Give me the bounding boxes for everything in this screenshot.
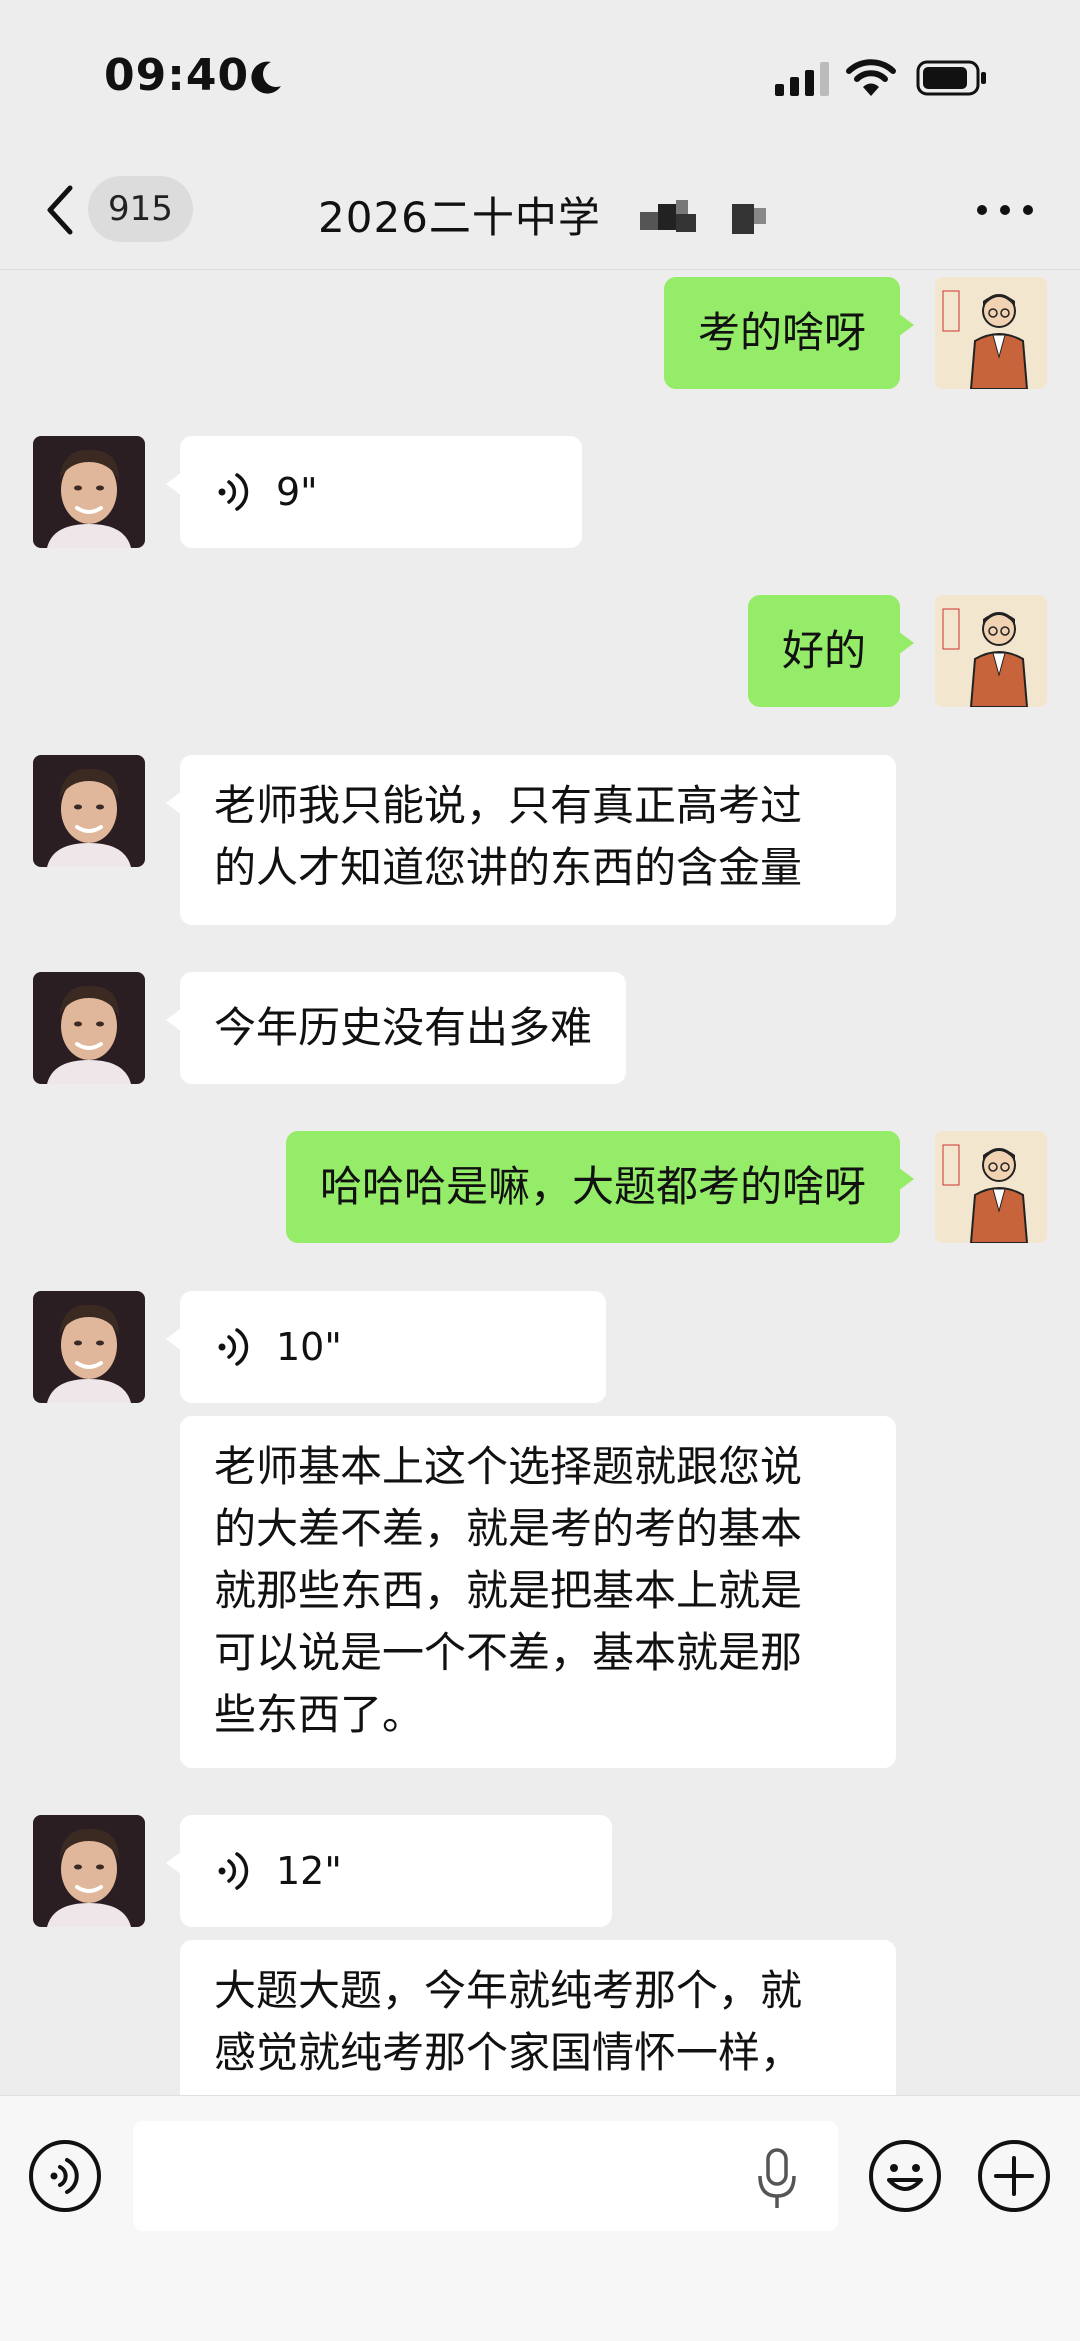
emoji-icon[interactable] bbox=[867, 2138, 943, 2214]
message-text: 哈哈哈是嘛，大题都考的啥呀 bbox=[319, 1162, 866, 1211]
chat-header: 915 2026二十中学 bbox=[0, 150, 1080, 270]
more-options-icon[interactable] bbox=[970, 180, 1040, 240]
incoming-message-bubble[interactable]: 老师基本上这个选择题就跟您说 的大差不差，就是考的考的基本 就那些东西，就是把基… bbox=[180, 1416, 896, 1768]
message-text: 考的啥呀 bbox=[697, 308, 866, 357]
incoming-message-bubble[interactable]: 老师我只能说，只有真正高考过 的人才知道您讲的东西的含金量 bbox=[166, 755, 896, 925]
voice-message-bubble[interactable]: 10" bbox=[166, 1291, 606, 1403]
message-line: 的人才知道您讲的东西的含金量 bbox=[214, 843, 803, 892]
message-line: 老师我只能说，只有真正高考过 bbox=[214, 781, 803, 830]
teacher-avatar[interactable] bbox=[935, 595, 1047, 707]
voice-duration: 10" bbox=[276, 1325, 342, 1369]
incoming-message-bubble[interactable]: 今年历史没有出多难 bbox=[165, 972, 627, 1084]
student-avatar[interactable] bbox=[33, 1815, 145, 1927]
outgoing-message-bubble[interactable]: 考的啥呀 bbox=[663, 277, 915, 389]
message-line: 老师基本上这个选择题就跟您说 bbox=[214, 1442, 803, 1491]
message-text: 今年历史没有出多难 bbox=[214, 1003, 593, 1052]
microphone-icon[interactable] bbox=[752, 2146, 802, 2212]
voice-wave-icon bbox=[214, 1850, 256, 1892]
voice-duration: 9" bbox=[276, 470, 318, 514]
plus-icon[interactable] bbox=[976, 2138, 1052, 2214]
wifi-icon bbox=[846, 59, 896, 96]
voice-duration: 12" bbox=[276, 1849, 342, 1893]
unread-count-badge[interactable]: 915 bbox=[88, 176, 193, 242]
student-avatar[interactable] bbox=[33, 1291, 145, 1403]
chat-screen: 09:40 915 2026二十中学 考的啥呀 9" 好的 老师我只能说，只有真… bbox=[0, 0, 1080, 2341]
student-avatar[interactable] bbox=[33, 436, 145, 548]
moon-icon bbox=[251, 61, 281, 94]
mosaic-censor bbox=[640, 200, 766, 234]
voice-wave-icon bbox=[214, 471, 256, 513]
message-input[interactable] bbox=[133, 2121, 838, 2231]
input-bar bbox=[0, 2095, 1080, 2341]
message-line: 的大差不差，就是考的考的基本 bbox=[214, 1504, 803, 1553]
teacher-avatar[interactable] bbox=[935, 277, 1047, 389]
voice-message-bubble[interactable]: 9" bbox=[166, 436, 582, 548]
chat-title: 2026二十中学 bbox=[318, 193, 601, 242]
message-line: 大题大题，今年就纯考那个，就 bbox=[214, 1966, 803, 2015]
outgoing-message-bubble[interactable]: 好的 bbox=[747, 595, 915, 707]
student-avatar[interactable] bbox=[33, 755, 145, 867]
student-avatar[interactable] bbox=[33, 972, 145, 1084]
outgoing-message-bubble[interactable]: 哈哈哈是嘛，大题都考的啥呀 bbox=[285, 1131, 915, 1243]
signal-icon bbox=[775, 62, 829, 96]
message-line: 可以说是一个不差，基本就是那 bbox=[214, 1628, 803, 1677]
status-time: 09:40 bbox=[104, 50, 250, 101]
voice-input-toggle-icon[interactable] bbox=[27, 2138, 103, 2214]
battery-icon bbox=[916, 60, 986, 96]
status-bar: 09:40 bbox=[0, 0, 1080, 150]
message-line: 些东西了。 bbox=[214, 1690, 425, 1739]
back-arrow-icon[interactable] bbox=[40, 180, 80, 240]
message-text: 好的 bbox=[781, 626, 866, 675]
voice-message-bubble[interactable]: 12" bbox=[166, 1815, 612, 1927]
teacher-avatar[interactable] bbox=[935, 1131, 1047, 1243]
voice-wave-icon bbox=[214, 1326, 256, 1368]
message-line: 感觉就纯考那个家国情怀一样， bbox=[214, 2028, 803, 2077]
message-line: 就那些东西，就是把基本上就是 bbox=[214, 1566, 803, 1615]
